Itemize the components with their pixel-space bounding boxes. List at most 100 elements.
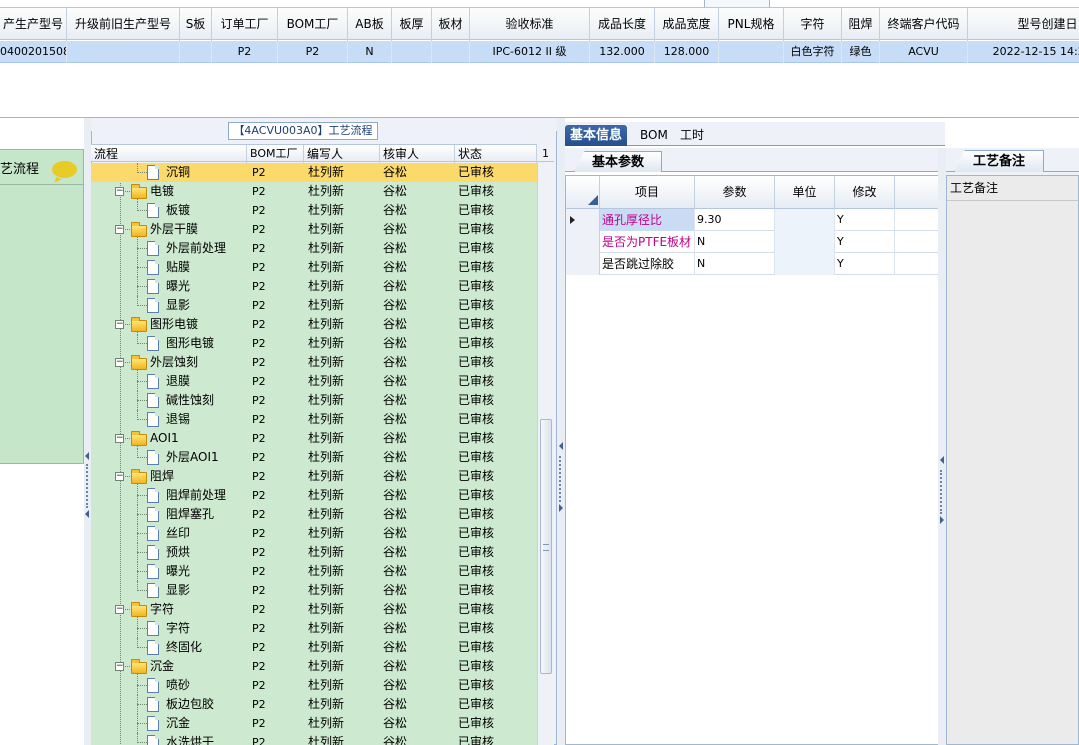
process-col-3[interactable]: 核审人: [380, 145, 455, 163]
product-grid-col-12[interactable]: 字符: [784, 8, 842, 41]
splitter-grip-icon[interactable]: [86, 464, 88, 508]
param-row[interactable]: 是否为PTFE板材 N Y: [566, 231, 941, 253]
product-grid-col-6[interactable]: 板厚: [392, 8, 432, 41]
product-grid-col-10[interactable]: 成品宽度: [655, 8, 719, 41]
tab-process-notes[interactable]: 工艺备注: [954, 150, 1044, 172]
product-grid-cell-11[interactable]: [719, 41, 784, 63]
product-grid-cell-14[interactable]: ACVU: [880, 41, 968, 63]
tree-step-row[interactable]: 碱性蚀刻 P2 杜列新 谷松 已审核: [91, 391, 537, 410]
product-grid-col-2[interactable]: S板: [180, 8, 212, 41]
product-grid-col-4[interactable]: BOM工厂: [278, 8, 348, 41]
tree-step-row[interactable]: 沉铜 P2 杜列新 谷松 已审核: [91, 163, 537, 182]
collapse-node-icon[interactable]: −: [115, 320, 124, 329]
collapse-node-icon[interactable]: −: [115, 662, 124, 671]
col-unit[interactable]: 单位: [775, 176, 835, 209]
param-cell-value[interactable]: 9.30: [695, 209, 775, 231]
process-tree-scrollbar[interactable]: [537, 163, 554, 745]
left-splitter[interactable]: [84, 118, 91, 745]
product-grid-col-5[interactable]: AB板: [348, 8, 392, 41]
collapse-node-icon[interactable]: −: [115, 434, 124, 443]
expand-middle-icon[interactable]: [559, 504, 563, 512]
product-grid-cell-7[interactable]: [432, 41, 470, 63]
tree-step-row[interactable]: 外层前处理 P2 杜列新 谷松 已审核: [91, 239, 537, 258]
product-grid-col-1[interactable]: 升级前旧生产型号: [67, 8, 180, 41]
tree-step-row[interactable]: 板镀 P2 杜列新 谷松 已审核: [91, 201, 537, 220]
speech-bubble-icon[interactable]: [52, 161, 77, 178]
product-grid-cell-12[interactable]: 白色字符: [784, 41, 842, 63]
tree-step-row[interactable]: 字符 P2 杜列新 谷松 已审核: [91, 619, 537, 638]
col-modify[interactable]: 修改: [835, 176, 895, 209]
tree-step-row[interactable]: 预烘 P2 杜列新 谷松 已审核: [91, 543, 537, 562]
tree-step-row[interactable]: 退膜 P2 杜列新 谷松 已审核: [91, 372, 537, 391]
process-col-4[interactable]: 状态: [455, 145, 537, 163]
param-row[interactable]: 是否跳过除胶 N Y: [566, 253, 941, 275]
tab-basic-params[interactable]: 基本参数: [574, 151, 662, 172]
row-indicator[interactable]: [566, 231, 600, 253]
tree-step-row[interactable]: 贴膜 P2 杜列新 谷松 已审核: [91, 258, 537, 277]
process-col-0[interactable]: 流程: [91, 145, 247, 163]
product-grid-cell-8[interactable]: IPC-6012 II 级: [470, 41, 590, 63]
product-grid-cell-3[interactable]: P2: [212, 41, 278, 63]
tree-step-row[interactable]: 图形电镀 P2 杜列新 谷松 已审核: [91, 334, 537, 353]
product-grid-cell-6[interactable]: [392, 41, 432, 63]
row-indicator[interactable]: [566, 209, 600, 231]
product-grid-col-13[interactable]: 阻焊: [842, 8, 880, 41]
collapse-node-icon[interactable]: −: [115, 187, 124, 196]
tree-group-row[interactable]: − 图形电镀 P2 杜列新 谷松 已审核: [91, 315, 537, 335]
col-item[interactable]: 项目: [600, 176, 695, 209]
tree-step-row[interactable]: 显影 P2 杜列新 谷松 已审核: [91, 581, 537, 600]
tree-step-row[interactable]: 终固化 P2 杜列新 谷松 已审核: [91, 638, 537, 657]
collapse-node-icon[interactable]: −: [115, 358, 124, 367]
tree-group-row[interactable]: − 字符 P2 杜列新 谷松 已审核: [91, 600, 537, 620]
product-grid-col-9[interactable]: 成品长度: [590, 8, 655, 41]
product-grid-cell-15[interactable]: 2022-12-15 14:26:2: [968, 41, 1079, 63]
tree-step-row[interactable]: 喷砂 P2 杜列新 谷松 已审核: [91, 676, 537, 695]
tree-group-row[interactable]: − 沉金 P2 杜列新 谷松 已审核: [91, 657, 537, 677]
tree-step-row[interactable]: 水洗烘干 P2 杜列新 谷松 已审核: [91, 733, 537, 745]
tree-group-row[interactable]: − 外层蚀刻 P2 杜列新 谷松 已审核: [91, 353, 537, 373]
tree-group-row[interactable]: − 电镀 P2 杜列新 谷松 已审核: [91, 182, 537, 202]
splitter-grip-icon[interactable]: [940, 470, 942, 514]
collapse-left-icon[interactable]: [85, 452, 89, 460]
collapse-node-icon[interactable]: −: [115, 472, 124, 481]
right-splitter[interactable]: [938, 148, 946, 745]
product-grid-col-14[interactable]: 终端客户代码: [880, 8, 968, 41]
tree-group-row[interactable]: − 外层干膜 P2 杜列新 谷松 已审核: [91, 220, 537, 240]
col-value[interactable]: 参数: [695, 176, 775, 209]
scrollbar-thumb[interactable]: [540, 419, 552, 674]
tree-step-row[interactable]: 板边包胶 P2 杜列新 谷松 已审核: [91, 695, 537, 714]
product-grid-col-3[interactable]: 订单工厂: [212, 8, 278, 41]
notes-editor[interactable]: 工艺备注: [946, 175, 1079, 745]
product-grid-cell-13[interactable]: 绿色: [842, 41, 880, 63]
tree-step-row[interactable]: 阻焊塞孔 P2 杜列新 谷松 已审核: [91, 505, 537, 524]
collapse-left-icon-2[interactable]: [85, 510, 89, 518]
expand-right-icon[interactable]: [940, 516, 944, 524]
tree-step-row[interactable]: 曝光 P2 杜列新 谷松 已审核: [91, 277, 537, 296]
product-grid-col-11[interactable]: PNL规格: [719, 8, 784, 41]
product-grid-row[interactable]: 0400201508 P2 P2 N IPC-6012 II 级 132.000 128.0…: [0, 41, 1079, 63]
tree-step-row[interactable]: 丝印 P2 杜列新 谷松 已审核: [91, 524, 537, 543]
tab-basic-info[interactable]: 基本信息: [565, 125, 628, 146]
product-grid-cell-0[interactable]: 0400201508: [0, 41, 67, 63]
product-grid-col-15[interactable]: 型号创建日: [968, 8, 1079, 41]
product-grid-cell-2[interactable]: [180, 41, 212, 63]
tree-step-row[interactable]: 显影 P2 杜列新 谷松 已审核: [91, 296, 537, 315]
tree-step-row[interactable]: 外层AOI1 P2 杜列新 谷松 已审核: [91, 448, 537, 467]
tree-step-row[interactable]: 沉金 P2 杜列新 谷松 已审核: [91, 714, 537, 733]
tree-group-row[interactable]: − 阻焊 P2 杜列新 谷松 已审核: [91, 467, 537, 487]
collapse-right-icon[interactable]: [940, 456, 944, 464]
product-grid-cell-9[interactable]: 132.000: [590, 41, 655, 63]
row-indicator[interactable]: [566, 253, 600, 275]
process-col-1[interactable]: BOM工厂: [247, 145, 304, 163]
product-grid-cell-5[interactable]: N: [348, 41, 392, 63]
product-grid-cell-4[interactable]: P2: [278, 41, 348, 63]
param-cell-value[interactable]: N: [695, 253, 775, 275]
product-grid-col-0[interactable]: 产生产型号: [0, 8, 67, 41]
param-cell-value[interactable]: N: [695, 231, 775, 253]
tree-step-row[interactable]: 退锡 P2 杜列新 谷松 已审核: [91, 410, 537, 429]
product-grid-col-8[interactable]: 验收标准: [470, 8, 590, 41]
param-row[interactable]: 通孔厚径比 9.30 Y: [566, 209, 941, 231]
tree-group-row[interactable]: − AOI1 P2 杜列新 谷松 已审核: [91, 429, 537, 449]
tree-step-row[interactable]: 曝光 P2 杜列新 谷松 已审核: [91, 562, 537, 581]
process-col-2[interactable]: 编写人: [304, 145, 380, 163]
